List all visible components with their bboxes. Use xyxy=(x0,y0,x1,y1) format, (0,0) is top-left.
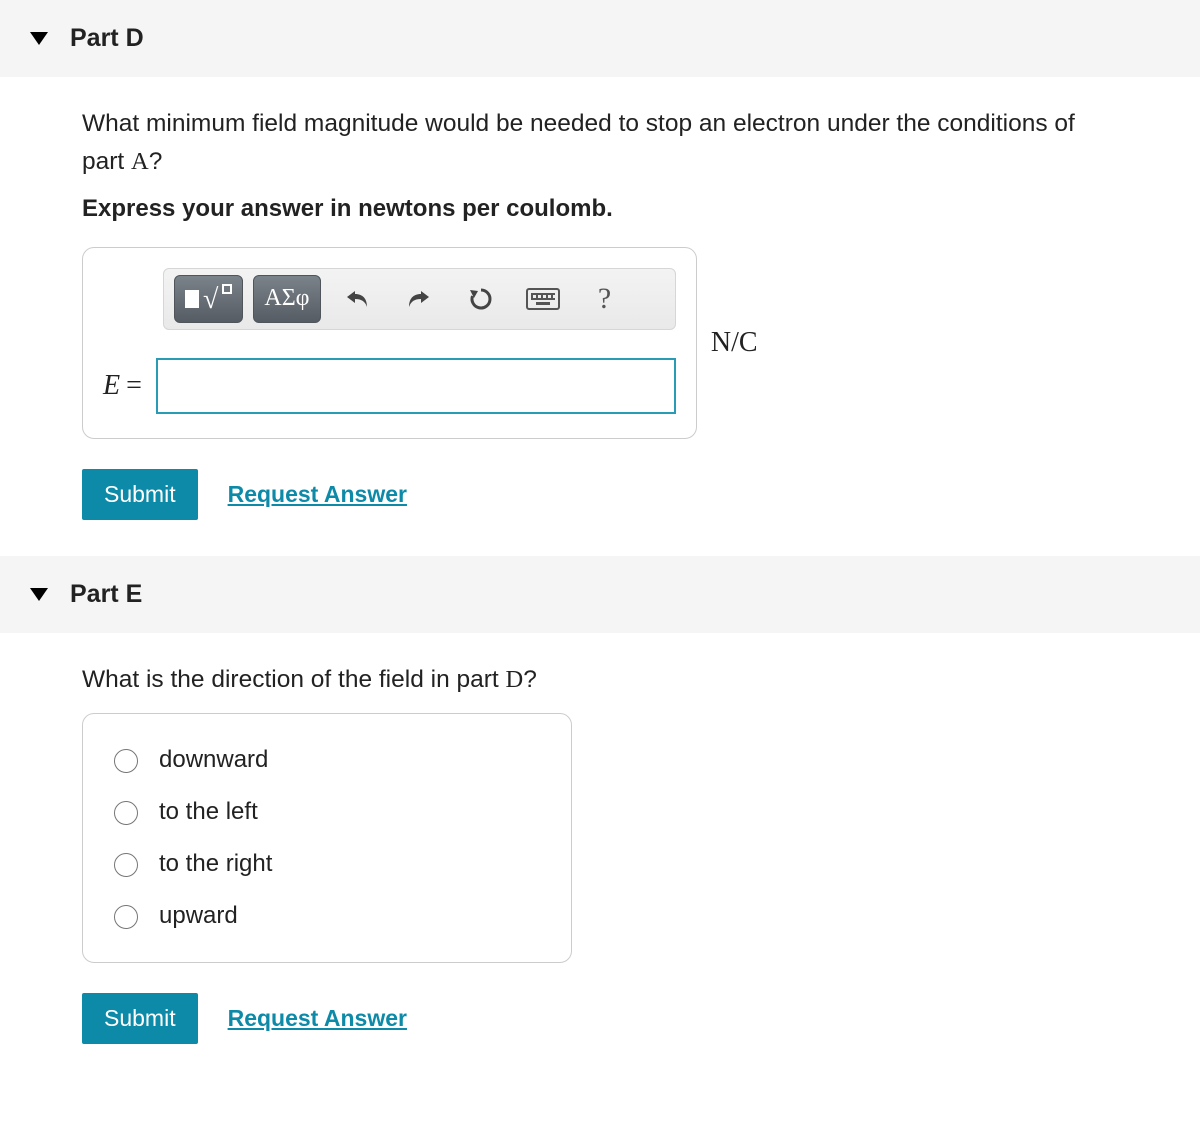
part-e-body: What is the direction of the field in pa… xyxy=(0,633,1200,1080)
mc-option-label: upward xyxy=(159,902,238,930)
redo-button[interactable] xyxy=(393,275,445,323)
part-d-instructions: Express your answer in newtons per coulo… xyxy=(82,195,1118,223)
equation-toolbar: √ ΑΣφ ? xyxy=(163,268,676,330)
request-answer-link[interactable]: Request Answer xyxy=(228,481,407,508)
mc-radio[interactable] xyxy=(114,801,138,825)
submit-button[interactable]: Submit xyxy=(82,993,198,1044)
part-d-header[interactable]: Part D xyxy=(0,0,1200,77)
mc-option-label: to the left xyxy=(159,798,258,826)
undo-icon xyxy=(343,287,371,311)
variable-symbol: E xyxy=(103,370,120,401)
keyboard-icon xyxy=(526,288,560,310)
mc-option[interactable]: downward xyxy=(109,734,545,786)
part-e-actions: Submit Request Answer xyxy=(82,993,1118,1044)
keyboard-button[interactable] xyxy=(517,275,569,323)
part-d-question: What minimum field magnitude would be ne… xyxy=(82,105,1118,181)
mc-radio[interactable] xyxy=(114,905,138,929)
mc-option-label: to the right xyxy=(159,850,272,878)
undo-button[interactable] xyxy=(331,275,383,323)
question-text-suffix: ? xyxy=(523,666,537,693)
mc-radio[interactable] xyxy=(114,749,138,773)
part-e-header[interactable]: Part E xyxy=(0,556,1200,633)
part-d-actions: Submit Request Answer xyxy=(82,469,1118,520)
part-d-body: What minimum field magnitude would be ne… xyxy=(0,77,1200,556)
help-button[interactable]: ? xyxy=(579,275,631,323)
equals-sign: = xyxy=(126,370,142,401)
answer-input[interactable] xyxy=(156,358,676,414)
mc-option-label: downward xyxy=(159,746,268,774)
mc-option[interactable]: to the right xyxy=(109,838,545,890)
unit-label: N/C xyxy=(711,327,758,359)
part-d-title: Part D xyxy=(70,24,144,53)
part-e-title: Part E xyxy=(70,580,142,609)
collapse-caret-icon xyxy=(30,32,48,45)
multiple-choice-box: downward to the left to the right upward xyxy=(82,713,572,963)
variable-label: E= xyxy=(103,370,142,402)
mc-option[interactable]: upward xyxy=(109,890,545,942)
question-text-prefix: What minimum field magnitude would be ne… xyxy=(82,110,1075,175)
question-text-prefix: What is the direction of the field in pa… xyxy=(82,666,506,693)
mc-option[interactable]: to the left xyxy=(109,786,545,838)
mc-radio[interactable] xyxy=(114,853,138,877)
question-ref-d: D xyxy=(506,666,524,693)
templates-icon: √ xyxy=(185,285,232,313)
templates-button[interactable]: √ xyxy=(174,275,243,323)
question-ref-a: A xyxy=(131,148,149,175)
question-text-suffix: ? xyxy=(149,148,163,175)
collapse-caret-icon xyxy=(30,588,48,601)
reset-icon xyxy=(468,286,494,312)
greek-button[interactable]: ΑΣφ xyxy=(253,275,320,323)
submit-button[interactable]: Submit xyxy=(82,469,198,520)
redo-icon xyxy=(405,287,433,311)
part-e-question: What is the direction of the field in pa… xyxy=(82,661,1118,699)
answer-line: √ ΑΣφ ? E= xyxy=(82,247,1118,439)
request-answer-link[interactable]: Request Answer xyxy=(228,1005,407,1032)
reset-button[interactable] xyxy=(455,275,507,323)
answer-box: √ ΑΣφ ? E= xyxy=(82,247,697,439)
